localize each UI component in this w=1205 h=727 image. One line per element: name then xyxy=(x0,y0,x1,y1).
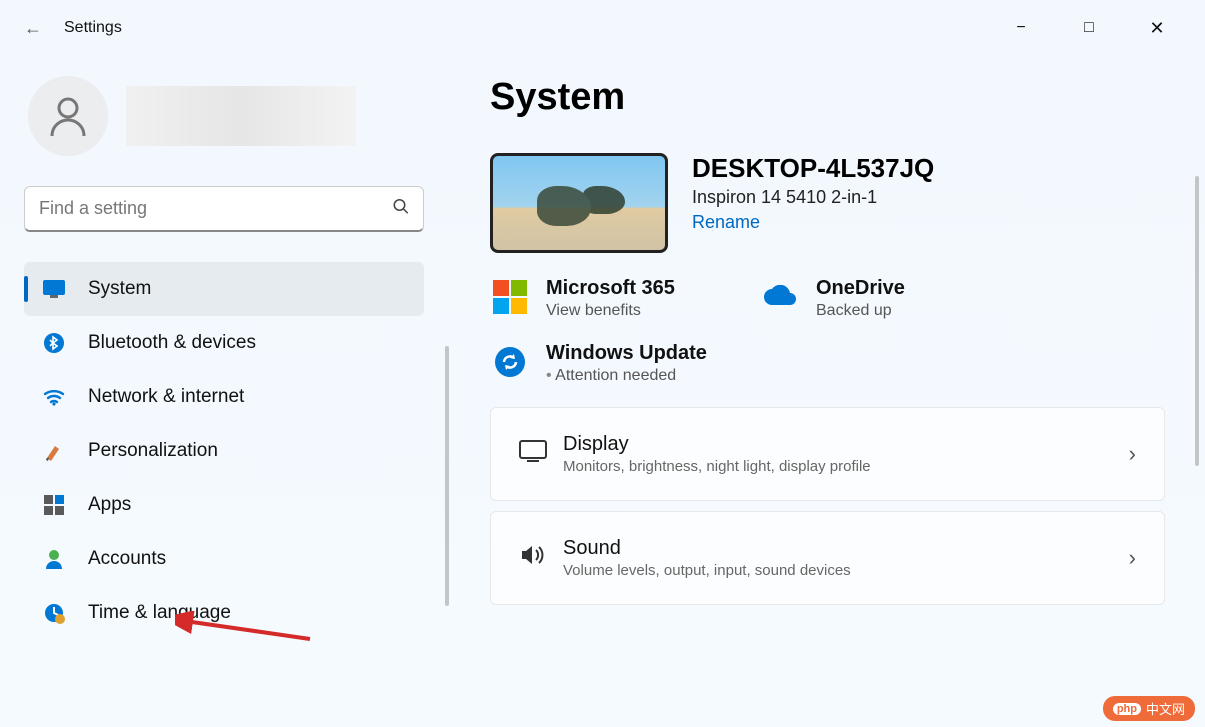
system-icon xyxy=(42,277,66,301)
sidebar-item-label: Personalization xyxy=(88,440,218,462)
sidebar-item-time-language[interactable]: Time & language xyxy=(24,586,424,640)
card-sound[interactable]: Sound Volume levels, output, input, soun… xyxy=(490,511,1165,605)
close-button[interactable]: ✕ xyxy=(1137,8,1177,48)
quick-onedrive[interactable]: OneDrive Backed up xyxy=(760,277,990,320)
quick-title: Microsoft 365 xyxy=(546,277,675,300)
quick-links-row: Microsoft 365 View benefits OneDrive Bac… xyxy=(490,277,1165,320)
sidebar-item-network[interactable]: Network & internet xyxy=(24,370,424,424)
chevron-right-icon: › xyxy=(1129,545,1136,571)
wifi-icon xyxy=(42,385,66,409)
search-wrap xyxy=(24,186,424,232)
maximize-button[interactable]: □ xyxy=(1069,8,1109,48)
settings-cards: Display Monitors, brightness, night ligh… xyxy=(490,407,1165,605)
search-input[interactable] xyxy=(24,186,424,232)
quick-microsoft-365[interactable]: Microsoft 365 View benefits xyxy=(490,277,720,320)
sidebar-nav: System Bluetooth & devices Network & int… xyxy=(24,262,424,640)
device-name: DESKTOP-4L537JQ xyxy=(692,153,934,184)
rename-link[interactable]: Rename xyxy=(692,212,760,233)
back-button[interactable]: ← xyxy=(24,18,64,39)
search-icon xyxy=(392,198,410,221)
avatar xyxy=(28,76,108,156)
display-icon xyxy=(519,440,563,469)
minimize-button[interactable]: − xyxy=(1001,8,1041,48)
watermark-brand: php xyxy=(1113,703,1141,715)
bluetooth-icon xyxy=(42,331,66,355)
card-subtitle: Monitors, brightness, night light, displ… xyxy=(563,458,1129,475)
windows-update-icon xyxy=(490,342,530,382)
sidebar-item-apps[interactable]: Apps xyxy=(24,478,424,532)
person-icon xyxy=(46,94,90,138)
chevron-right-icon: › xyxy=(1129,441,1136,467)
card-display[interactable]: Display Monitors, brightness, night ligh… xyxy=(490,407,1165,501)
sidebar-item-accounts[interactable]: Accounts xyxy=(24,532,424,586)
onedrive-icon xyxy=(760,277,800,317)
sidebar-item-label: Accounts xyxy=(88,548,166,570)
title-bar: ← Settings − □ ✕ xyxy=(0,0,1205,56)
sidebar-item-label: Bluetooth & devices xyxy=(88,332,256,354)
watermark-text: 中文网 xyxy=(1146,699,1185,718)
sidebar-item-label: Network & internet xyxy=(88,386,244,408)
app-title: Settings xyxy=(64,19,122,37)
apps-icon xyxy=(42,493,66,517)
sound-icon xyxy=(519,543,563,574)
quick-windows-update[interactable]: Windows Update Attention needed xyxy=(490,342,720,385)
watermark: php 中文网 xyxy=(1103,696,1195,721)
sidebar-item-label: Time & language xyxy=(88,602,231,624)
device-summary: DESKTOP-4L537JQ Inspiron 14 5410 2-in-1 … xyxy=(490,153,1165,253)
sidebar-item-system[interactable]: System xyxy=(24,262,424,316)
quick-links-row-2: Windows Update Attention needed xyxy=(490,342,1165,385)
quick-subtitle: Attention needed xyxy=(546,367,707,385)
microsoft-365-icon xyxy=(490,277,530,317)
device-wallpaper-thumbnail[interactable] xyxy=(490,153,668,253)
window-controls: − □ ✕ xyxy=(1001,8,1197,48)
card-subtitle: Volume levels, output, input, sound devi… xyxy=(563,562,1129,579)
main-content: System DESKTOP-4L537JQ Inspiron 14 5410 … xyxy=(460,56,1205,727)
quick-title: OneDrive xyxy=(816,277,905,300)
card-title: Display xyxy=(563,433,1129,456)
quick-title: Windows Update xyxy=(546,342,707,365)
sidebar-item-personalization[interactable]: Personalization xyxy=(24,424,424,478)
profile-block[interactable] xyxy=(28,76,460,156)
sidebar-scrollbar[interactable] xyxy=(445,346,449,606)
sidebar: System Bluetooth & devices Network & int… xyxy=(0,56,460,727)
sidebar-item-label: System xyxy=(88,278,151,300)
quick-subtitle: View benefits xyxy=(546,302,675,320)
card-title: Sound xyxy=(563,537,1129,560)
sidebar-item-label: Apps xyxy=(88,494,131,516)
main-scrollbar[interactable] xyxy=(1195,176,1199,466)
device-model: Inspiron 14 5410 2-in-1 xyxy=(692,187,934,208)
page-title: System xyxy=(490,76,1165,119)
clock-globe-icon xyxy=(42,601,66,625)
sidebar-item-bluetooth[interactable]: Bluetooth & devices xyxy=(24,316,424,370)
quick-subtitle: Backed up xyxy=(816,302,905,320)
paintbrush-icon xyxy=(42,439,66,463)
profile-name-redacted xyxy=(126,86,356,146)
accounts-icon xyxy=(42,547,66,571)
